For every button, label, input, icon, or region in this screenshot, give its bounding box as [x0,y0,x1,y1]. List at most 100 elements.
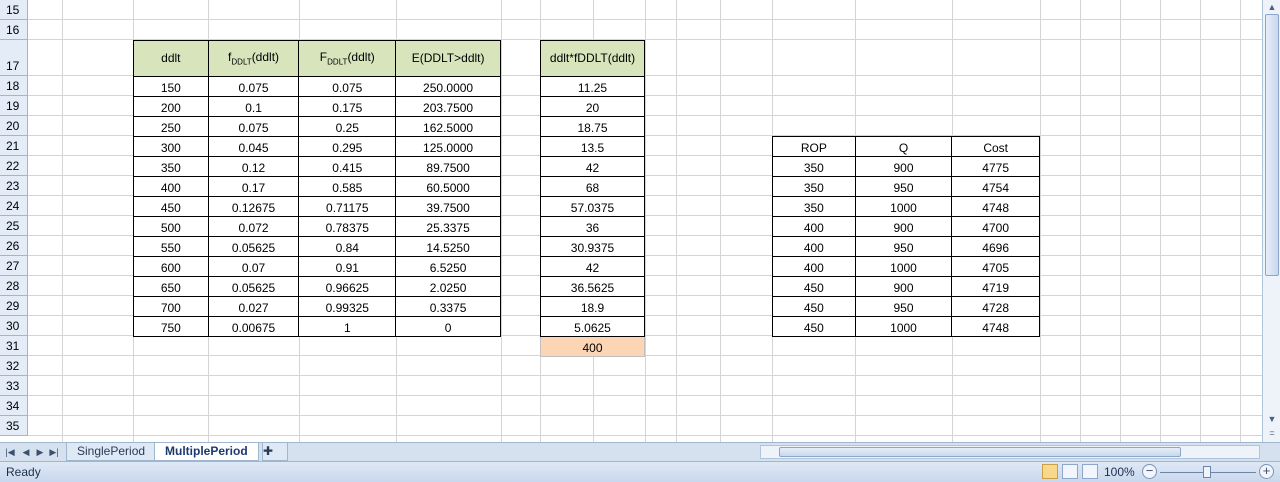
row-header[interactable]: 19 [0,96,28,116]
table-cell[interactable]: 550 [133,236,209,257]
zoom-in-icon[interactable]: + [1259,464,1274,479]
table-cell[interactable]: 950 [854,296,953,317]
zoom-slider-thumb[interactable] [1203,466,1211,478]
table-cell[interactable]: 400 [133,176,209,197]
table-cell[interactable]: 4748 [951,316,1040,337]
vertical-scroll-thumb[interactable] [1265,14,1279,276]
table-cell[interactable]: 200 [133,96,209,117]
table-cell[interactable]: 1000 [854,316,953,337]
zoom-level[interactable]: 100% [1104,465,1135,479]
table-cell[interactable]: 57.0375 [540,196,645,217]
table-cell[interactable]: 0.1 [207,96,300,117]
row-header[interactable]: 27 [0,256,28,276]
table-cell[interactable]: 300 [133,136,209,157]
table-header-cell[interactable]: Q [854,136,953,157]
table-cell[interactable]: 150 [133,76,209,97]
table-cell[interactable]: 0.96625 [298,276,397,297]
table-cell[interactable]: 350 [772,156,856,177]
table-cell[interactable]: 0.075 [298,76,397,97]
table-cell[interactable]: 0.3375 [395,296,501,317]
table-cell[interactable]: 162.5000 [395,116,501,137]
table-cell[interactable]: 250 [133,116,209,137]
table-cell[interactable]: 0.075 [207,76,300,97]
table-cell[interactable]: 4775 [951,156,1040,177]
page-layout-view-icon[interactable] [1062,464,1078,479]
table-header-cell[interactable]: Cost [951,136,1040,157]
table-cell[interactable]: 0.415 [298,156,397,177]
total-cell[interactable]: 400 [540,336,645,357]
zoom-out-icon[interactable]: − [1142,464,1157,479]
table-cell[interactable]: 0.25 [298,116,397,137]
table-cell[interactable]: 450 [772,296,856,317]
row-header[interactable]: 33 [0,376,28,396]
table-cell[interactable]: 4705 [951,256,1040,277]
table-cell[interactable]: 0.072 [207,216,300,237]
table-cell[interactable]: 0.12 [207,156,300,177]
table-cell[interactable]: 89.7500 [395,156,501,177]
table-cell[interactable]: 0.05625 [207,276,300,297]
first-sheet-icon[interactable]: |◀ [4,445,16,459]
horizontal-scroll-thumb[interactable] [779,447,1181,457]
table-cell[interactable]: 400 [772,216,856,237]
table-cell[interactable]: 18.75 [540,116,645,137]
table-cell[interactable]: 1000 [854,256,953,277]
table-cell[interactable]: 68 [540,176,645,197]
row-header[interactable]: 25 [0,216,28,236]
table-cell[interactable]: 350 [133,156,209,177]
table-cell[interactable]: 950 [854,176,953,197]
table-header-cell[interactable]: ddlt [133,40,209,77]
table-cell[interactable]: 750 [133,316,209,337]
table-cell[interactable]: 2.0250 [395,276,501,297]
table-cell[interactable]: 125.0000 [395,136,501,157]
table-cell[interactable]: 0.91 [298,256,397,277]
row-header[interactable]: 22 [0,156,28,176]
table-cell[interactable]: 4754 [951,176,1040,197]
table-cell[interactable]: 20 [540,96,645,117]
table-cell[interactable]: 900 [854,156,953,177]
table-cell[interactable]: 400 [772,256,856,277]
table-cell[interactable]: 650 [133,276,209,297]
split-icon[interactable]: = [1265,426,1279,440]
table-cell[interactable]: 4696 [951,236,1040,257]
insert-sheet-icon[interactable]: ✚ [262,443,288,461]
scroll-up-icon[interactable]: ▲ [1265,0,1279,14]
table-cell[interactable]: 350 [772,196,856,217]
normal-view-icon[interactable] [1042,464,1058,479]
table-cell[interactable]: 900 [854,276,953,297]
table-cell[interactable]: 0.17 [207,176,300,197]
row-header[interactable]: 28 [0,276,28,296]
table-cell[interactable]: 0.295 [298,136,397,157]
table-cell[interactable]: 30.9375 [540,236,645,257]
row-header[interactable]: 31 [0,336,28,356]
row-header[interactable]: 16 [0,20,28,40]
table-cell[interactable]: 0.05625 [207,236,300,257]
page-break-view-icon[interactable] [1082,464,1098,479]
table-cell[interactable]: 250.0000 [395,76,501,97]
table-cell[interactable]: 0.175 [298,96,397,117]
table-cell[interactable]: 400 [772,236,856,257]
table-cell[interactable]: 4748 [951,196,1040,217]
table-cell[interactable]: 5.0625 [540,316,645,337]
table-cell[interactable]: 450 [133,196,209,217]
table-cell[interactable]: 0.84 [298,236,397,257]
table-cell[interactable]: 6.5250 [395,256,501,277]
row-header[interactable]: 26 [0,236,28,256]
table-cell[interactable]: 700 [133,296,209,317]
table-cell[interactable]: 36.5625 [540,276,645,297]
table-cell[interactable]: 4719 [951,276,1040,297]
table-cell[interactable]: 1 [298,316,397,337]
table-cell[interactable]: 0.027 [207,296,300,317]
table-cell[interactable]: 0.07 [207,256,300,277]
row-header[interactable]: 24 [0,196,28,216]
table-cell[interactable]: 1000 [854,196,953,217]
table-header-cell[interactable]: FDDLT(ddlt) [298,40,397,77]
row-header[interactable]: 21 [0,136,28,156]
row-header[interactable]: 35 [0,416,28,436]
table-header-cell[interactable]: E(DDLT>ddlt) [395,40,501,77]
table-header-cell[interactable]: ddlt*fDDLT(ddlt) [540,40,645,77]
table-cell[interactable]: 0.71175 [298,196,397,217]
table-cell[interactable]: 0.075 [207,116,300,137]
table-cell[interactable]: 0.99325 [298,296,397,317]
table-cell[interactable]: 13.5 [540,136,645,157]
table-cell[interactable]: 600 [133,256,209,277]
